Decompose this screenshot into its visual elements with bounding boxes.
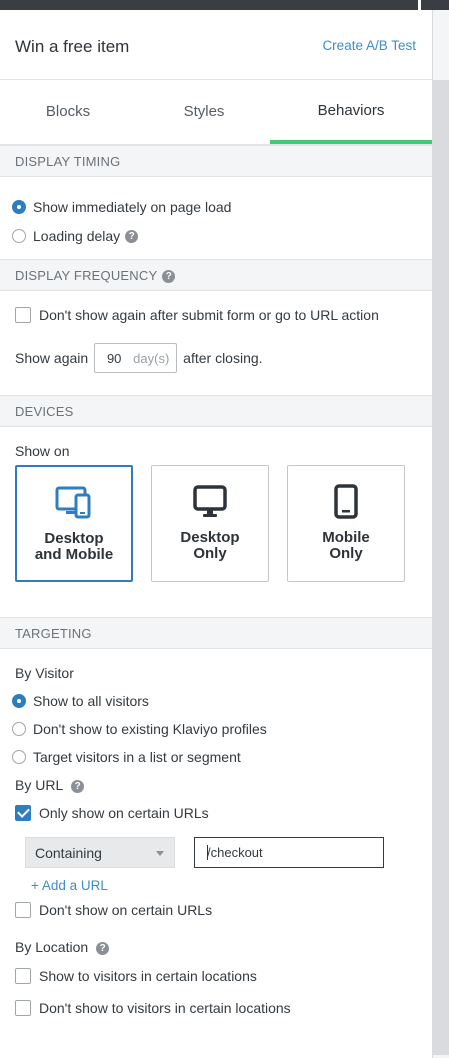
visitor-all-label: Show to all visitors [33,693,149,709]
show-again-row: Show again 90 day(s) after closing. [15,343,263,373]
checkbox-checked-icon[interactable] [15,805,31,821]
show-again-days-unit: day(s) [133,350,170,366]
visitor-exclude-profiles-option[interactable]: Don't show to existing Klaviyo profiles [12,721,267,737]
visitor-all-option[interactable]: Show to all visitors [12,693,149,709]
dont-show-again-label: Don't show again after submit form or go… [39,307,379,323]
visitor-list-segment-option[interactable]: Target visitors in a list or segment [12,749,241,765]
location-dont-show-label: Don't show to visitors in certain locati… [39,1000,291,1016]
show-on-label: Show on [15,443,70,459]
panel-header: Win a free item Create A/B Test [0,10,432,80]
behaviors-panel: Win a free item Create A/B Test Blocks S… [0,10,432,1054]
timing-immediate-option[interactable]: Show immediately on page load [12,199,231,215]
targeting-header: TARGETING [0,617,432,649]
tab-behaviors[interactable]: Behaviors [270,80,432,144]
display-timing-heading: DISPLAY TIMING [15,154,121,169]
chevron-down-icon [156,851,164,856]
show-again-suffix: after closing. [183,350,263,366]
show-again-prefix: Show again [15,350,89,366]
desktop-and-mobile-icon [55,486,91,519]
timing-delay-option[interactable]: Loading delay ? [12,228,139,244]
top-bar-gap [418,0,421,10]
visitor-list-segment-label: Target visitors in a list or segment [33,749,241,765]
show-again-days-input[interactable]: 90 day(s) [94,343,178,373]
radio-selected-icon[interactable] [12,200,26,214]
timing-immediate-label: Show immediately on page load [33,199,232,215]
visitor-exclude-profiles-label: Don't show to existing Klaviyo profiles [33,721,267,737]
location-show-option[interactable]: Show to visitors in certain locations [15,968,257,984]
add-url-link[interactable]: + Add a URL [31,878,108,893]
top-bar [0,0,449,10]
only-show-urls-option[interactable]: Only show on certain URLs [15,805,209,821]
display-timing-header: DISPLAY TIMING [0,145,432,177]
display-frequency-heading: DISPLAY FREQUENCY [15,268,158,283]
url-match-type-value: Containing [35,845,102,861]
tab-blocks[interactable]: Blocks [0,80,136,144]
dont-show-urls-option[interactable]: Don't show on certain URLs [15,902,212,918]
form-title: Win a free item [15,37,130,56]
devices-header: DEVICES [0,395,432,427]
radio-icon[interactable] [12,722,26,736]
help-icon[interactable]: ? [71,779,85,793]
display-frequency-header: DISPLAY FREQUENCY? [0,259,432,291]
radio-selected-icon[interactable] [12,694,26,708]
device-desktop-only-card[interactable]: Desktop Only [151,465,269,582]
by-location-row: By Location? [15,939,110,955]
device-desktop-only-label: Desktop Only [180,529,240,562]
by-url-label: By URL [15,777,64,793]
devices-heading: DEVICES [15,404,74,419]
by-location-label: By Location [15,939,89,955]
by-url-row: By URL? [15,777,85,793]
scrollbar[interactable] [432,80,449,1055]
checkbox-icon[interactable] [15,902,31,918]
only-show-urls-label: Only show on certain URLs [39,805,209,821]
by-visitor-label: By Visitor [15,665,74,681]
location-dont-show-option[interactable]: Don't show to visitors in certain locati… [15,1000,291,1016]
checkbox-icon[interactable] [15,1000,31,1016]
dont-show-again-option[interactable]: Don't show again after submit form or go… [15,307,379,323]
help-icon[interactable]: ? [125,229,139,243]
device-mobile-only-card[interactable]: Mobile Only [287,465,405,582]
help-icon[interactable]: ? [162,270,176,284]
mobile-icon [334,484,358,519]
device-desktop-and-mobile-label: Desktop and Mobile [34,530,114,563]
desktop-icon [193,485,227,517]
dont-show-urls-label: Don't show on certain URLs [39,902,213,918]
help-icon[interactable]: ? [96,941,110,955]
show-again-days-value[interactable]: 90 [95,351,133,366]
url-input[interactable]: /checkout [194,837,384,868]
url-match-type-select[interactable]: Containing [25,837,175,868]
create-ab-test-link[interactable]: Create A/B Test [322,38,416,53]
tab-styles[interactable]: Styles [136,80,272,144]
device-mobile-only-label: Mobile Only [322,529,370,562]
checkbox-icon[interactable] [15,968,31,984]
radio-icon[interactable] [12,750,26,764]
checkbox-icon[interactable] [15,307,31,323]
location-show-label: Show to visitors in certain locations [39,968,257,984]
timing-delay-label: Loading delay [33,228,121,244]
targeting-heading: TARGETING [15,626,92,641]
device-desktop-and-mobile-card[interactable]: Desktop and Mobile [15,465,133,582]
radio-icon[interactable] [12,229,26,243]
tab-bar: Blocks Styles Behaviors [0,80,432,145]
